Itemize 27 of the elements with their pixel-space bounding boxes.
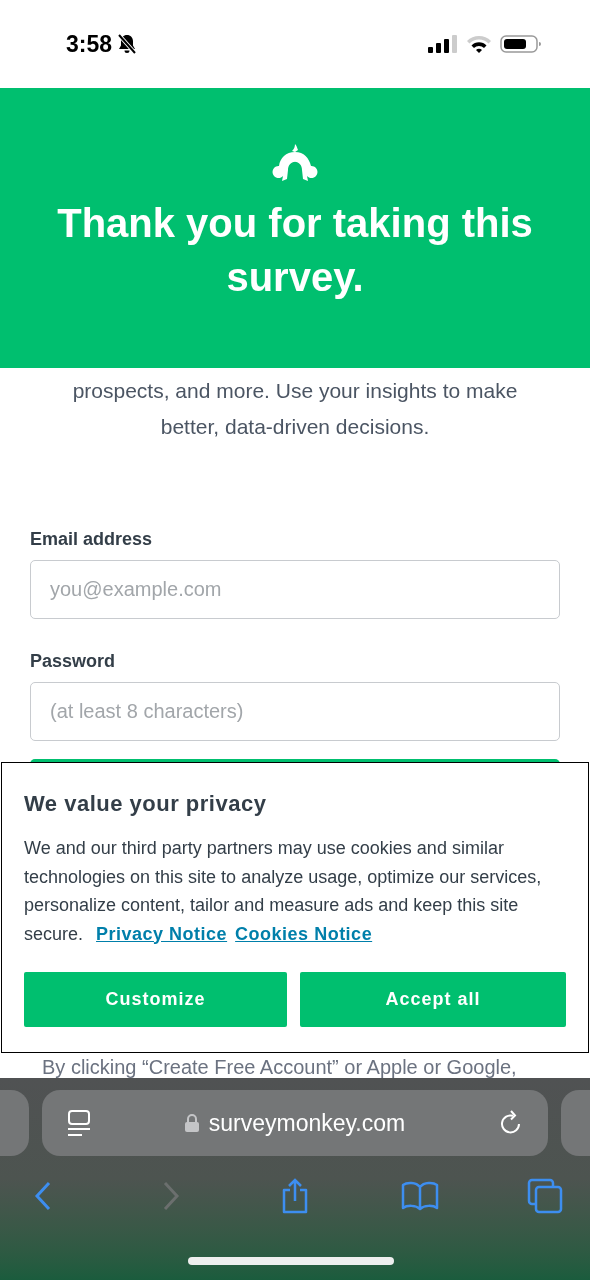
field-label: Password xyxy=(30,650,117,673)
page-title: Thank you for taking this survey. xyxy=(56,200,534,301)
accept-button[interactable]: Accept all xyxy=(300,972,566,1027)
tabs-icon[interactable] xyxy=(527,1178,563,1214)
back-icon[interactable] xyxy=(34,1181,52,1211)
reload-icon[interactable] xyxy=(499,1110,523,1136)
notice-link[interactable]: Cookies Notice xyxy=(235,923,373,944)
banner-text: We and our third party partners may use cookies and similar technologies on this site to analyze usage, optimize our services, personalize content, tailor and measure ads and keep this site secure. Privacy Notice Cookies Notice xyxy=(24,837,543,946)
legal-text: By clicking “Create Free Account” or Apple or Google, xyxy=(42,1055,518,1080)
url-text: surveymonkey.com xyxy=(208,1108,406,1138)
battery-icon xyxy=(500,34,542,54)
input-field[interactable]: (at least 8 characters) xyxy=(30,682,560,741)
share-icon[interactable] xyxy=(280,1178,310,1214)
lock-icon xyxy=(184,1114,199,1132)
wifi-icon xyxy=(466,34,492,54)
signal-icon xyxy=(428,34,458,54)
field-label: Email address xyxy=(30,528,154,551)
address-bar[interactable]: surveymonkey.com xyxy=(42,1090,548,1156)
intro-text: prospects, and more. Use your insights to make better, data-driven decisions. xyxy=(71,378,519,440)
notice-link[interactable]: Privacy Notice xyxy=(96,923,228,944)
reader-icon[interactable] xyxy=(67,1109,91,1137)
muted-bell-icon xyxy=(116,33,139,55)
customize-button[interactable]: Customize xyxy=(24,972,287,1027)
input-field[interactable]: you@example.com xyxy=(30,560,560,619)
book-icon[interactable] xyxy=(401,1181,439,1211)
banner-title: We value your privacy xyxy=(24,790,268,818)
time: 3:58 xyxy=(66,29,113,59)
